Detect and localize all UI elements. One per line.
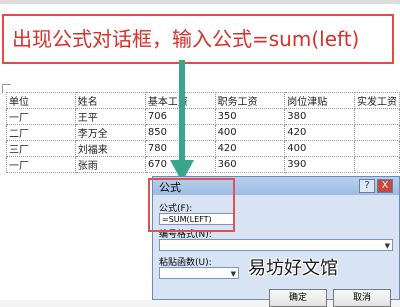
table-cell[interactable]: 420: [214, 140, 286, 157]
table-cell[interactable]: 姓名: [74, 92, 146, 109]
table-cell[interactable]: 一厂: [6, 156, 76, 173]
paste-function-select[interactable]: ▼: [159, 267, 239, 279]
cancel-button[interactable]: 取消: [333, 289, 391, 307]
table-cell[interactable]: 实发工资: [353, 92, 400, 109]
table-cell[interactable]: 350: [214, 108, 286, 125]
table-cell[interactable]: [353, 108, 400, 125]
table-cell[interactable]: 420: [284, 124, 355, 141]
table-cell[interactable]: 780: [144, 140, 216, 157]
table-cell[interactable]: 670: [144, 156, 216, 173]
table-cell[interactable]: 王平: [74, 108, 146, 125]
table-cell[interactable]: 400: [284, 140, 355, 157]
table-cell[interactable]: 张雨: [74, 156, 146, 173]
help-button[interactable]: ?: [359, 179, 375, 193]
table-cell[interactable]: [353, 156, 400, 173]
watermark-text: 易坊好文馆: [248, 258, 338, 279]
table-cell[interactable]: 360: [214, 156, 286, 173]
table-cell[interactable]: 850: [144, 124, 216, 141]
table-cell[interactable]: 岗位津贴: [284, 92, 355, 109]
table-cell[interactable]: 400: [214, 124, 286, 141]
table-cell[interactable]: 380: [284, 108, 355, 125]
table-cell[interactable]: 李万全: [74, 124, 146, 141]
table-cell[interactable]: 刘福来: [74, 140, 146, 157]
chevron-down-icon[interactable]: ▼: [385, 241, 390, 250]
table-cell[interactable]: 单位: [6, 92, 76, 109]
caption-text: 出现公式对话框，输入公式=sum(left): [12, 27, 360, 51]
table-cell[interactable]: [353, 124, 400, 141]
table-row: 一厂 张雨 670 360 390: [6, 156, 400, 173]
number-format-select[interactable]: ▼: [159, 239, 393, 251]
salary-table: 单位 姓名 基本工资 职务工资 岗位津贴 实发工资 一厂 王平 706 350 …: [6, 92, 400, 173]
table-cell[interactable]: 一厂: [6, 108, 76, 125]
table-cell[interactable]: 职务工资: [214, 92, 286, 109]
table-cell[interactable]: 390: [284, 156, 355, 173]
table-cell[interactable]: 基本工资: [144, 92, 216, 109]
table-row: 一厂 王平 706 350 380: [6, 108, 400, 125]
table-cell[interactable]: 706: [144, 108, 216, 125]
table-row: 三厂 刘福来 780 420 400: [6, 140, 400, 157]
chevron-down-icon[interactable]: ▼: [231, 269, 236, 278]
table-row: 二厂 李万全 850 400 420: [6, 124, 400, 141]
close-button[interactable]: X: [377, 179, 393, 193]
ok-button[interactable]: 确定: [269, 289, 327, 307]
table-cell[interactable]: 二厂: [6, 124, 76, 141]
highlight-box: [148, 178, 235, 232]
table-cell[interactable]: [353, 140, 400, 157]
caption-box: 出现公式对话框，输入公式=sum(left): [2, 14, 394, 64]
table-header-row: 单位 姓名 基本工资 职务工资 岗位津贴 实发工资: [6, 92, 400, 109]
table-cell[interactable]: 三厂: [6, 140, 76, 157]
